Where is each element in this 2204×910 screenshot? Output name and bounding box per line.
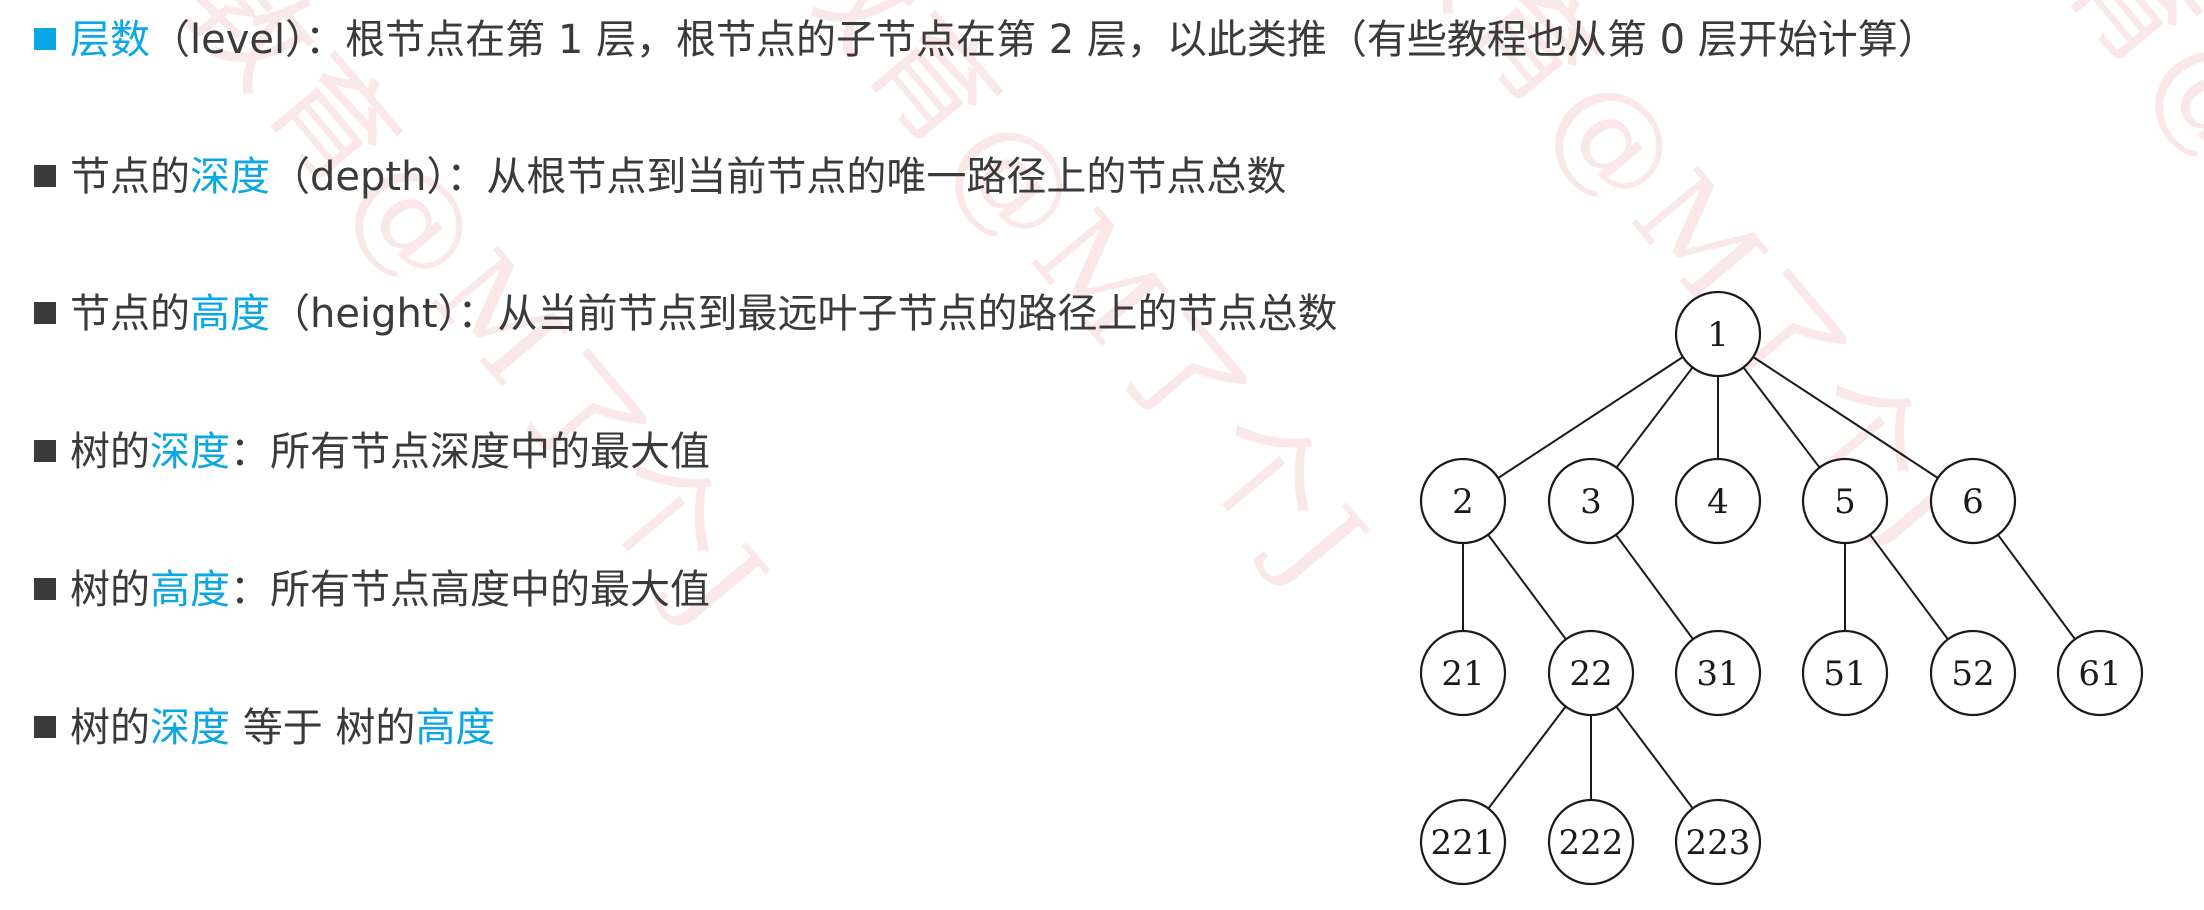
bullet-line: 节点的深度（depth）：从根节点到当前节点的唯一路径上的节点总数 [34, 151, 1286, 203]
square-bullet-icon [34, 578, 56, 600]
bullet-text: 节点的 [70, 291, 190, 337]
tree-node-label: 21 [1441, 654, 1484, 694]
bullet-text: ：所有节点高度中的最大值 [230, 567, 710, 613]
tree-node-label: 1 [1707, 315, 1729, 355]
bullet-line: 树的深度：所有节点深度中的最大值 [34, 426, 710, 478]
bullet-text: ：所有节点深度中的最大值 [230, 429, 710, 475]
tree-node: 6 [1929, 457, 2017, 545]
tree-edge [1615, 534, 1694, 640]
bullet-text: 树的 [70, 705, 150, 751]
tree-node-label: 2 [1452, 482, 1474, 522]
tree-node-label: 221 [1431, 823, 1496, 863]
tree-edge [1615, 366, 1694, 469]
bullet-text: （height）：从当前节点到最远叶子节点的路径上的节点总数 [270, 291, 1338, 337]
tree-edge [1997, 534, 2076, 640]
tree-node: 21 [1419, 629, 1507, 717]
bullet-text: （level）：根节点在第 1 层，根节点的子节点在第 2 层，以此类推（有些教… [150, 17, 1938, 63]
tree-node-label: 223 [1686, 823, 1751, 863]
bullet-text: 等于 树的 [230, 705, 416, 751]
tree-edge [1487, 534, 1567, 640]
bullet-line: 层数（level）：根节点在第 1 层，根节点的子节点在第 2 层，以此类推（有… [34, 14, 1938, 66]
tree-edges [1462, 356, 2076, 810]
highlight-term: 高度 [415, 705, 496, 751]
bullet-line: 树的深度 等于 树的高度 [34, 702, 495, 754]
tree-node-label: 51 [1823, 654, 1866, 694]
tree-node: 2 [1419, 457, 1507, 545]
tree-node-label: 6 [1962, 482, 1984, 522]
highlight-term: 高度 [190, 291, 270, 337]
bullet-text: 树的 [70, 429, 150, 475]
tree-node: 61 [2056, 629, 2144, 717]
tree-node: 222 [1547, 798, 1635, 886]
tree-node-label: 3 [1580, 482, 1602, 522]
tree-node-label: 52 [1951, 654, 1994, 694]
tree-node: 51 [1801, 629, 1889, 717]
bullet-line: 节点的高度（height）：从当前节点到最远叶子节点的路径上的节点总数 [34, 288, 1338, 340]
square-bullet-icon [34, 28, 56, 50]
tree-node-label: 31 [1696, 654, 1739, 694]
tree-edge [1615, 705, 1694, 810]
highlight-term: 深度 [190, 154, 270, 200]
tree-node: 1 [1674, 290, 1762, 378]
square-bullet-icon [34, 440, 56, 462]
bullet-text: 树的 [70, 567, 150, 613]
tree-node: 223 [1674, 798, 1762, 886]
tree-edge [1742, 366, 1821, 469]
bullet-line: 树的高度：所有节点高度中的最大值 [34, 564, 710, 616]
tree-node-label: 222 [1559, 823, 1624, 863]
highlight-term: 深度 [150, 429, 230, 475]
tree-node-label: 22 [1569, 654, 1612, 694]
tree-node: 221 [1419, 798, 1507, 886]
tree-node-label: 5 [1834, 482, 1856, 522]
highlight-term: 高度 [150, 567, 230, 613]
square-bullet-icon [34, 165, 56, 187]
highlight-term: 层数 [70, 17, 150, 63]
tree-node: 22 [1547, 629, 1635, 717]
bullet-text: （depth）：从根节点到当前节点的唯一路径上的节点总数 [270, 154, 1287, 200]
square-bullet-icon [34, 716, 56, 738]
tree-node: 4 [1674, 457, 1762, 545]
tree-node: 52 [1929, 629, 2017, 717]
bullet-text: 节点的 [70, 154, 190, 200]
tree-node-label: 61 [2078, 654, 2121, 694]
tree-node: 5 [1801, 457, 1889, 545]
tree-node: 31 [1674, 629, 1762, 717]
tree-node: 3 [1547, 457, 1635, 545]
highlight-term: 深度 [150, 705, 230, 751]
tree-edge [1869, 534, 1949, 640]
tree-node-label: 4 [1707, 482, 1729, 522]
tree-edge [1487, 705, 1567, 810]
tree-diagram: 1 2 3 4 5 6 21 22 31 51 52 61 221 222 223 [1419, 290, 2144, 886]
square-bullet-icon [34, 302, 56, 324]
